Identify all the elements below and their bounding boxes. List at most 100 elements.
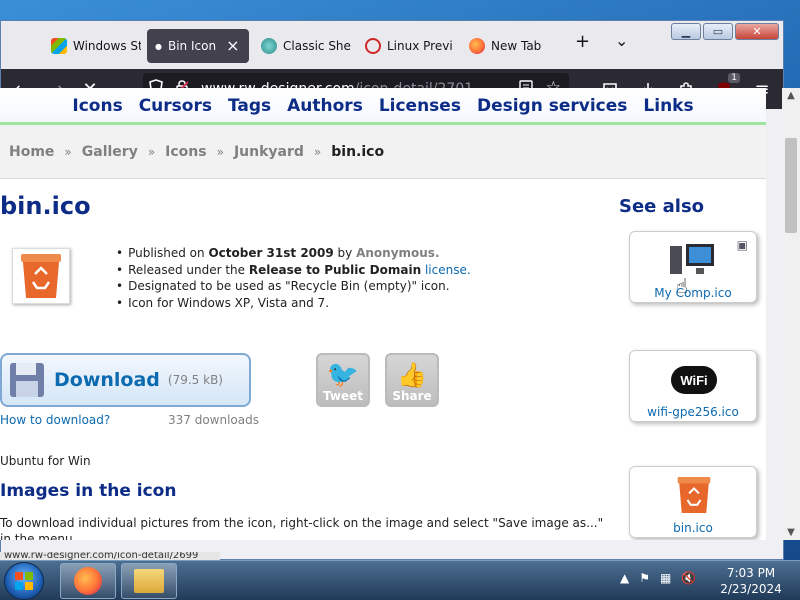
tweet-label: Tweet: [323, 389, 363, 403]
share-label: Share: [392, 389, 432, 403]
icon-facts: Published on October 31st 2009 by Anonym…: [116, 245, 471, 311]
action-center-flag-icon[interactable]: ⚑: [639, 571, 650, 585]
download-size: (79.5 kB): [167, 373, 223, 387]
taskbar-explorer[interactable]: [121, 563, 177, 599]
wifi-icon: WiFi: [671, 366, 717, 394]
minimize-button[interactable]: ▁: [671, 23, 701, 40]
nav-icons[interactable]: Icons: [72, 96, 122, 116]
firefox-tab-icon: [469, 38, 485, 54]
close-window-button[interactable]: ✕: [735, 23, 779, 40]
breadcrumb-home[interactable]: Home: [9, 144, 54, 160]
floppy-disk-icon[interactable]: ▣: [737, 238, 748, 252]
see-also-card-wifi[interactable]: WiFi wifi-gpe256.ico: [629, 350, 757, 422]
author-name: Anonymous.: [356, 246, 440, 260]
new-tab-button[interactable]: +: [575, 31, 590, 52]
tab-label: Windows St: [73, 39, 141, 53]
scrollbar-thumb[interactable]: [785, 138, 797, 233]
see-also-caption: My Comp.ico: [654, 286, 732, 300]
classic-shell-tab-icon: [261, 38, 277, 54]
fact-designated: Designated to be used as "Recycle Bin (e…: [116, 278, 471, 295]
images-heading: Images in the icon: [0, 481, 177, 501]
recycle-bin-icon: [677, 477, 711, 513]
license-name: Release to Public Domain: [248, 262, 422, 277]
published-date: October 31st 2009: [208, 246, 334, 260]
folder-icon: [134, 569, 164, 593]
tab-label: Bin Icon: [167, 39, 217, 53]
breadcrumb-gallery[interactable]: Gallery: [82, 144, 138, 160]
page-title: bin.ico: [0, 192, 91, 220]
network-icon[interactable]: ▦: [660, 571, 671, 585]
see-also-card-my-comp[interactable]: ▣ ☝ My Comp.ico: [629, 231, 757, 303]
see-also-heading: See also: [619, 196, 705, 217]
download-button[interactable]: Download (79.5 kB): [0, 353, 251, 407]
start-button[interactable]: [4, 562, 44, 600]
breadcrumb-junkyard[interactable]: Junkyard: [234, 144, 304, 160]
breadcrumb-icons[interactable]: Icons: [165, 144, 206, 160]
tab-label: New Tab: [491, 39, 542, 53]
nav-links[interactable]: Links: [643, 96, 693, 116]
nav-cursors[interactable]: Cursors: [139, 96, 212, 116]
extension-badge: 1: [728, 73, 740, 83]
icon-preview: [12, 248, 70, 304]
site-nav: Icons Cursors Tags Authors Licenses Desi…: [0, 88, 766, 124]
see-also-caption: wifi-gpe256.ico: [647, 405, 739, 419]
tab-label: Classic Shel: [283, 39, 351, 53]
loading-dot-icon: ●: [155, 41, 162, 51]
computer-icon: [670, 244, 714, 274]
tab-windows-st[interactable]: Windows St: [43, 29, 141, 63]
license-link[interactable]: license.: [425, 263, 471, 277]
how-to-download-link[interactable]: How to download?: [0, 413, 110, 427]
download-count: 337 downloads: [168, 413, 259, 427]
windows-logo-icon: [15, 572, 33, 590]
breadcrumb-separator: »: [147, 144, 156, 159]
fact-text: Published on: [128, 246, 209, 260]
web-page: Icons Cursors Tags Authors Licenses Desi…: [0, 88, 766, 540]
breadcrumb-current: bin.ico: [331, 143, 385, 160]
fact-platforms: Icon for Windows XP, Vista and 7.: [116, 295, 471, 312]
tab-linux-preview[interactable]: Linux Previ: [357, 29, 455, 63]
twitter-bird-icon: 🐦: [326, 360, 360, 390]
floppy-disk-icon: [10, 363, 44, 397]
breadcrumb: Home » Gallery » Icons » Junkyard » bin.…: [0, 125, 766, 179]
tab-bin-icon[interactable]: ● Bin Icon ×: [147, 29, 249, 63]
taskbar-firefox[interactable]: [60, 563, 116, 599]
page-scrollbar[interactable]: ▲ ▼: [782, 88, 800, 540]
fact-published: Published on October 31st 2009 by Anonym…: [116, 245, 471, 262]
window-controls: ▁ ▭ ✕: [671, 23, 779, 40]
clock-date: 2/23/2024: [720, 582, 782, 596]
windows-tab-icon: [51, 38, 67, 54]
breadcrumb-separator: »: [216, 144, 224, 159]
power-tab-icon: [365, 38, 381, 54]
show-hidden-icons-icon[interactable]: ▲: [620, 571, 629, 585]
fact-license: Released under the Release to Public Dom…: [116, 262, 471, 279]
download-label: Download: [54, 369, 160, 391]
nav-licenses[interactable]: Licenses: [379, 96, 461, 116]
tab-new-tab[interactable]: New Tab: [461, 29, 553, 63]
nav-design-services[interactable]: Design services: [477, 96, 627, 116]
tweet-button[interactable]: 🐦 Tweet: [316, 353, 370, 407]
nav-tags[interactable]: Tags: [228, 96, 271, 116]
fact-text: Released under the: [128, 262, 249, 277]
recycle-bin-icon: [21, 254, 61, 298]
tab-bar: Windows St ● Bin Icon × Classic Shel Lin…: [1, 21, 783, 69]
fact-text: by: [333, 246, 357, 260]
breadcrumb-separator: »: [64, 144, 72, 159]
tab-list-button[interactable]: ⌄: [615, 31, 628, 50]
clock[interactable]: 7:03 PM 2/23/2024: [716, 565, 786, 597]
nav-authors[interactable]: Authors: [287, 96, 363, 116]
close-tab-icon[interactable]: ×: [226, 38, 239, 54]
volume-muted-icon[interactable]: 🔇: [681, 571, 696, 585]
maximize-button[interactable]: ▭: [703, 23, 733, 40]
tab-classic-shell[interactable]: Classic Shel: [253, 29, 351, 63]
taskbar: ▲ ⚑ ▦ 🔇 7:03 PM 2/23/2024: [0, 560, 800, 600]
images-instructions: To download individual pictures from the…: [0, 516, 604, 540]
thumbs-up-icon: 👍: [397, 361, 427, 389]
share-button[interactable]: 👍 Share: [385, 353, 439, 407]
see-also-card-bin[interactable]: bin.ico: [629, 466, 757, 538]
scroll-down-icon[interactable]: ▼: [782, 527, 800, 538]
scroll-up-icon[interactable]: ▲: [782, 90, 800, 101]
clock-time: 7:03 PM: [726, 566, 776, 580]
ubuntu-text: Ubuntu for Win: [0, 454, 91, 468]
tab-label: Linux Previ: [387, 39, 453, 53]
breadcrumb-separator: »: [313, 144, 322, 159]
